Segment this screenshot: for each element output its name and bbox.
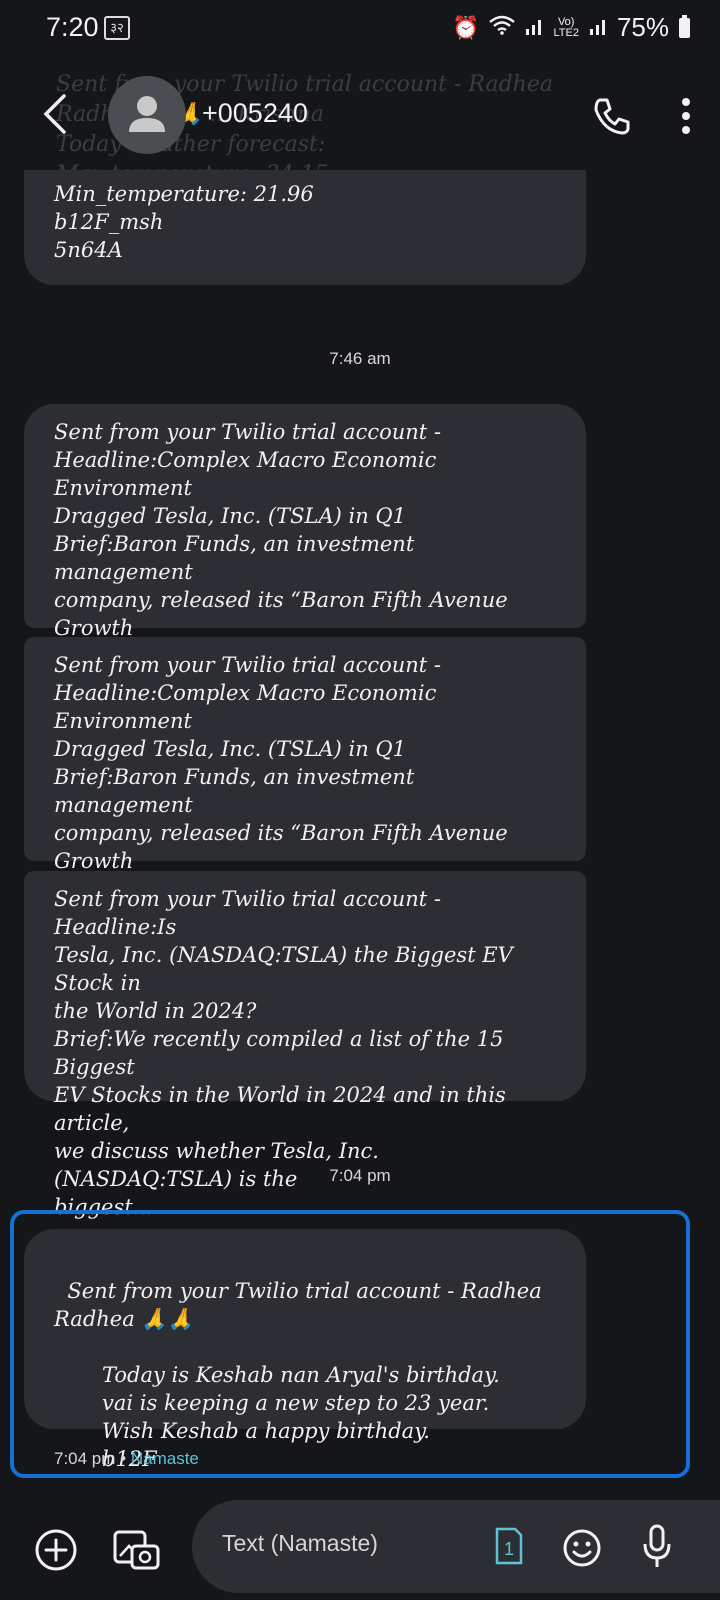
call-button[interactable] [590, 94, 634, 138]
back-button[interactable] [36, 90, 76, 138]
back-icon [43, 94, 66, 134]
status-badge: ३२ [104, 16, 130, 40]
svg-text:1: 1 [504, 1539, 514, 1559]
status-bar: 7:20 ३२ ⏰ Vo) LTE2 75% [0, 0, 720, 58]
wifi-icon [489, 15, 516, 41]
mic-icon [643, 1524, 671, 1567]
gallery-icon [113, 1530, 160, 1570]
message-bubble[interactable]: Sent from your Twilio trial account - He… [24, 871, 586, 1219]
contact-avatar[interactable] [108, 76, 186, 154]
emoji-button[interactable] [562, 1528, 602, 1568]
message-bubble[interactable]: Min_temperature: 21.96 b12F_msh 5n64A [24, 170, 586, 285]
signal-icon-2 [589, 15, 607, 41]
emoji-icon [563, 1529, 601, 1567]
gallery-button[interactable] [112, 1526, 160, 1572]
message-input[interactable]: Text (Namaste) 1 [192, 1500, 720, 1593]
highlight-outline [10, 1210, 690, 1478]
more-options-button[interactable] [674, 94, 698, 138]
date-separator: 7:46 am [329, 349, 391, 368]
more-vert-icon [682, 98, 690, 134]
status-icons: ⏰ Vo) LTE2 75% [452, 12, 690, 43]
status-time: 7:20 [46, 12, 99, 42]
sim-icon: 1 [495, 1527, 523, 1565]
sim-selector-button[interactable]: 1 [494, 1526, 524, 1566]
signal-icon [525, 15, 543, 41]
avatar-person-icon [129, 96, 165, 132]
composer-bar: Text (Namaste) 1 [0, 1500, 720, 1600]
network-label: Vo) LTE2 [553, 15, 579, 39]
battery-icon [679, 14, 690, 38]
message-bubble[interactable]: Sent from your Twilio trial account - He… [24, 637, 586, 957]
phone-icon [594, 98, 630, 135]
contact-name[interactable]: +005240 [202, 98, 308, 129]
plus-circle-icon [35, 1529, 77, 1571]
alarm-icon: ⏰ [452, 14, 480, 40]
attach-button[interactable] [34, 1528, 78, 1572]
battery-level: 75% [616, 12, 669, 42]
message-bubble[interactable]: Sent from your Twilio trial account - He… [24, 404, 586, 724]
date-separator: 7:04 pm [329, 1166, 391, 1185]
voice-input-button[interactable] [642, 1524, 672, 1570]
message-input-placeholder[interactable]: Text (Namaste) [222, 1530, 378, 1557]
